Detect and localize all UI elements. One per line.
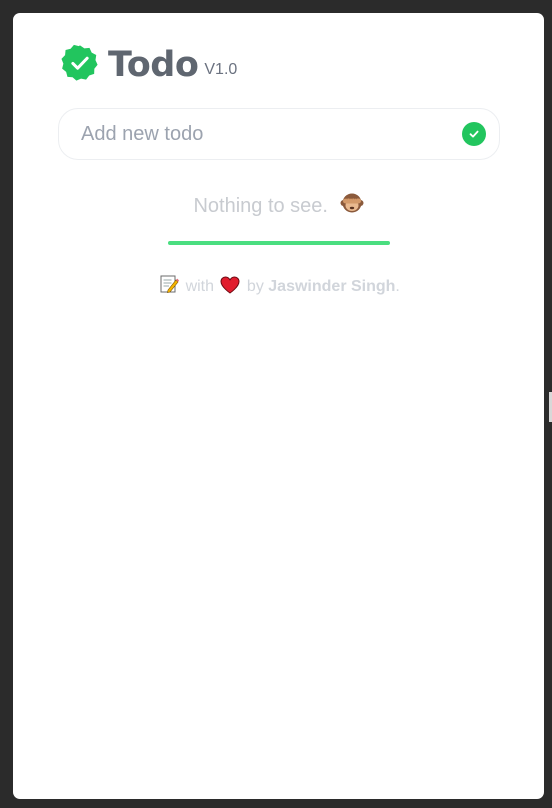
app-card: Todo V1.0 Nothing to see. [13, 13, 544, 799]
check-badge-icon [61, 44, 98, 81]
see-no-evil-monkey-icon [340, 193, 364, 213]
footer-period: . [395, 278, 400, 295]
footer-with-text: with [185, 278, 215, 295]
add-todo-button[interactable] [462, 122, 486, 146]
check-icon [469, 130, 479, 138]
progress-bar-fill [168, 241, 390, 245]
empty-state: Nothing to see. [13, 191, 544, 218]
heart-icon [220, 276, 240, 294]
add-todo-input[interactable] [79, 109, 463, 160]
add-todo-form [58, 108, 500, 160]
progress-bar [168, 241, 390, 245]
footer-credit: with by Jaswinder Singh. [13, 274, 544, 296]
memo-icon [160, 275, 180, 294]
app-title: Todo [108, 45, 199, 85]
empty-state-text: Nothing to see. [193, 195, 328, 217]
author-link[interactable]: Jaswinder Singh [268, 278, 395, 295]
app-header: Todo V1.0 [61, 41, 237, 85]
app-version: V1.0 [204, 61, 238, 78]
footer-by-text: by [246, 278, 264, 295]
